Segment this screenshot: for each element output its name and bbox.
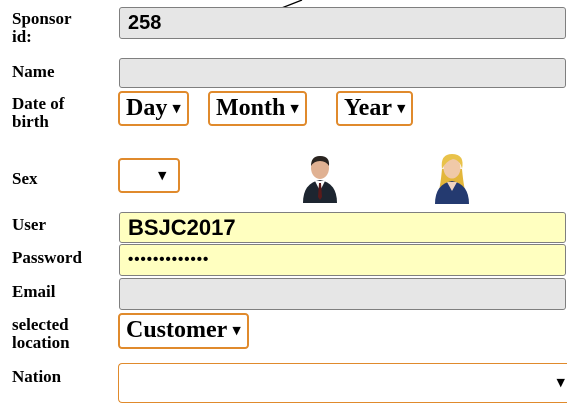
- sponsor-id-label: Sponsor id:: [12, 9, 72, 46]
- chevron-down-icon: ▼: [172, 102, 181, 116]
- password-label: Password: [12, 248, 82, 267]
- chevron-down-icon: ▼: [158, 169, 167, 182]
- email-field[interactable]: [119, 278, 566, 310]
- year-select[interactable]: Year ▼: [336, 91, 414, 126]
- password-field[interactable]: •••••••••••••: [119, 244, 566, 276]
- user-label: User: [12, 215, 46, 234]
- chevron-down-icon: ▼: [232, 324, 241, 338]
- email-label: Email: [12, 282, 56, 301]
- nation-select[interactable]: ▼: [118, 363, 567, 403]
- selected-location-label: selected location: [12, 315, 70, 352]
- sponsor-id-field[interactable]: 258: [119, 7, 566, 39]
- name-label: Name: [12, 62, 55, 81]
- male-user-icon[interactable]: [300, 153, 340, 205]
- day-select[interactable]: Day ▼: [118, 91, 189, 126]
- sex-label: Sex: [12, 169, 38, 188]
- name-field[interactable]: [119, 58, 566, 88]
- month-select[interactable]: Month ▼: [208, 91, 307, 126]
- chevron-down-icon: ▼: [396, 102, 406, 116]
- female-user-icon[interactable]: [432, 151, 472, 205]
- user-field[interactable]: BSJC2017: [119, 212, 566, 243]
- chevron-down-icon: ▼: [556, 376, 565, 389]
- nation-label: Nation: [12, 367, 62, 386]
- sex-select[interactable]: ▼: [118, 158, 180, 193]
- chevron-down-icon: ▼: [290, 102, 299, 116]
- location-select[interactable]: Customer ▼: [118, 313, 249, 349]
- dob-label: Date of birth: [12, 94, 65, 131]
